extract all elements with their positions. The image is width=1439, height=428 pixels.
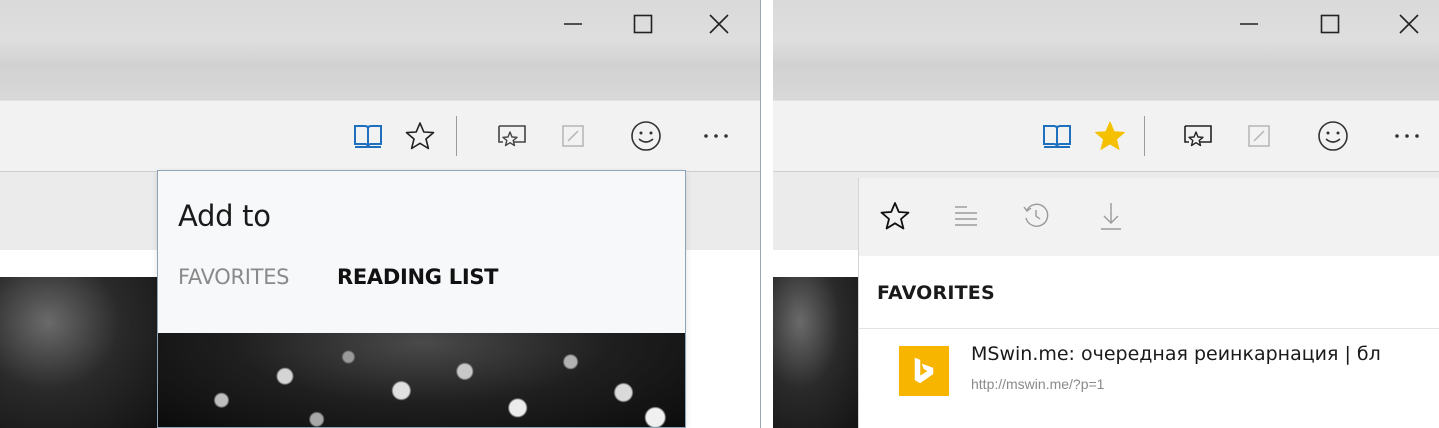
- hub-panel: FAVORITES MSwin.me: очередная реинкарнац…: [858, 178, 1439, 428]
- reading-view-icon: [354, 125, 382, 148]
- hub-icon: [498, 125, 526, 147]
- keyboard-photo: [158, 333, 685, 427]
- more-icon: [1395, 134, 1419, 138]
- minimize-icon: [564, 23, 582, 25]
- minimize-button[interactable]: [1219, 0, 1279, 48]
- maximize-button[interactable]: [613, 0, 673, 48]
- favorite-star-filled-icon: [1095, 121, 1125, 150]
- minimize-button[interactable]: [543, 0, 603, 48]
- maximize-icon: [1320, 14, 1340, 34]
- more-icon: [704, 134, 728, 138]
- tab-reading-list[interactable]: READING LIST: [337, 265, 498, 289]
- favorites-heading: FAVORITES: [877, 282, 995, 304]
- favorite-url: http://mswin.me/?p=1: [971, 376, 1105, 392]
- feedback-button[interactable]: [1313, 116, 1353, 156]
- title-bar: [773, 0, 1439, 100]
- more-button[interactable]: [696, 116, 736, 156]
- title-bar: [0, 0, 760, 100]
- toolbar-separator: [1144, 116, 1145, 156]
- add-favorites-button[interactable]: [400, 116, 440, 156]
- close-button[interactable]: [1379, 0, 1439, 48]
- reading-list-thumbnail: [158, 333, 685, 427]
- favorite-title: MSwin.me: очередная реинкарнация | бл: [971, 343, 1381, 365]
- reading-view-button[interactable]: [1037, 116, 1077, 156]
- hub-button[interactable]: [492, 116, 532, 156]
- window-divider: [760, 0, 773, 428]
- maximize-icon: [633, 14, 653, 34]
- page-image: [0, 277, 160, 428]
- reading-view-button[interactable]: [348, 116, 388, 156]
- feedback-smiley-icon: [1318, 121, 1348, 151]
- web-note-icon: [1248, 125, 1270, 147]
- tab-downloads[interactable]: [1091, 196, 1131, 236]
- hub-button[interactable]: [1178, 116, 1218, 156]
- web-note-button[interactable]: [1239, 116, 1279, 156]
- hub-icon: [1184, 125, 1212, 147]
- tab-reading-list[interactable]: [946, 196, 986, 236]
- hub-tab-bar: [859, 178, 1439, 256]
- reading-list-tab-icon: [955, 206, 977, 226]
- close-button[interactable]: [689, 0, 749, 48]
- bing-favicon: [899, 346, 949, 396]
- web-note-icon: [562, 125, 584, 147]
- feedback-button[interactable]: [626, 116, 666, 156]
- popup-title: Add to: [178, 199, 271, 233]
- close-icon: [709, 14, 729, 34]
- tab-favorites[interactable]: [875, 196, 915, 236]
- bing-icon: [914, 357, 934, 384]
- feedback-smiley-icon: [631, 121, 661, 151]
- reading-view-icon: [1043, 125, 1071, 148]
- hub-divider: [859, 328, 1439, 329]
- left-browser-window: Add to FAVORITES READING LIST: [0, 0, 760, 428]
- more-button[interactable]: [1387, 116, 1427, 156]
- web-note-button[interactable]: [553, 116, 593, 156]
- toolbar-separator: [456, 116, 457, 156]
- favorite-item[interactable]: MSwin.me: очередная реинкарнация | бл ht…: [859, 330, 1439, 400]
- downloads-tab-icon: [1101, 203, 1121, 230]
- tab-history[interactable]: [1016, 196, 1056, 236]
- maximize-button[interactable]: [1300, 0, 1360, 48]
- add-to-popup: Add to FAVORITES READING LIST: [157, 170, 686, 428]
- minimize-icon: [1240, 23, 1258, 25]
- history-tab-icon: [1023, 203, 1049, 227]
- favorites-tab-icon: [880, 202, 910, 230]
- close-icon: [1399, 14, 1419, 34]
- tab-favorites[interactable]: FAVORITES: [178, 265, 290, 289]
- page-image: [773, 277, 863, 428]
- right-browser-window: FAVORITES MSwin.me: очередная реинкарнац…: [773, 0, 1439, 428]
- add-favorites-star-icon: [405, 122, 435, 150]
- favorites-button[interactable]: [1090, 116, 1130, 156]
